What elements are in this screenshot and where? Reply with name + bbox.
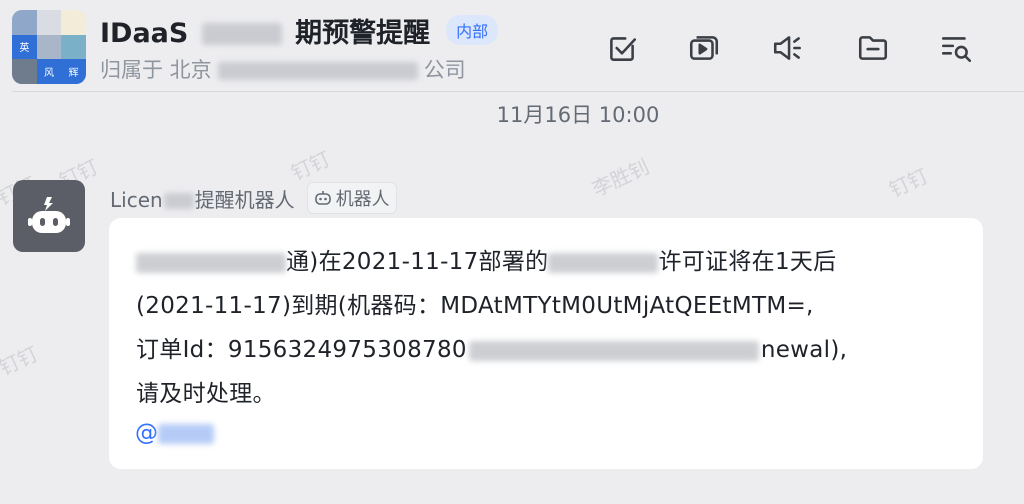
avatar-label: 辉	[61, 59, 86, 84]
robot-small-icon	[314, 191, 331, 205]
video-meeting-icon[interactable]	[684, 28, 724, 68]
sender-name[interactable]: Licen 提醒机器人	[110, 184, 295, 213]
folder-icon[interactable]	[853, 28, 893, 68]
mention-link[interactable]: @	[135, 420, 214, 446]
avatar-label: 风	[36, 59, 62, 84]
redacted-block	[163, 193, 194, 209]
message-line3: 订单Id：9156324975308780	[136, 337, 467, 363]
robot-badge: 机器人	[306, 182, 397, 214]
message-line3-end: newal),	[760, 337, 848, 363]
internal-badge: 内部	[446, 15, 499, 45]
chat-title-prefix: IDaaS	[100, 17, 189, 49]
message-line: 订单Id：9156324975308780 newal),	[136, 330, 847, 364]
message-line1-a: 通)在2021-11-17部署的	[286, 249, 549, 275]
bot-avatar[interactable]	[13, 180, 85, 252]
redacted-block	[468, 340, 759, 361]
sender-row: Licen 提醒机器人 机器人	[110, 182, 397, 214]
robot-icon	[28, 197, 70, 233]
message-line4: 请及时处理。	[136, 381, 276, 407]
header-divider	[12, 91, 1024, 92]
chat-subtitle: 归属于 北京 公司	[100, 54, 466, 84]
robot-badge-label: 机器人	[335, 189, 390, 210]
redacted-block	[201, 23, 282, 45]
chat-title[interactable]: IDaaS 期预警提醒	[100, 11, 430, 50]
avatar-label: 英	[12, 34, 37, 60]
group-avatar[interactable]: 英 风 辉	[12, 10, 86, 84]
message-timestamp: 11月16日 10:00	[496, 103, 660, 127]
subtitle-prefix: 归属于 北京	[100, 58, 212, 82]
sender-name-prefix: Licen	[110, 187, 163, 212]
chat-title-suffix: 期预警提醒	[295, 17, 431, 49]
redacted-block	[136, 252, 286, 273]
message-line1-b: 许可证将在1天后	[658, 249, 837, 275]
search-history-icon[interactable]	[936, 28, 976, 68]
watermark: 钉钉	[885, 163, 932, 203]
watermark: 钉钉	[0, 341, 42, 381]
header-toolbar	[600, 28, 1000, 68]
mention-at: @	[135, 420, 158, 446]
watermark-name: 李胜钊	[588, 154, 653, 202]
sender-name-suffix: 提醒机器人	[194, 187, 295, 212]
message-line2: (2021-11-17)到期(机器码：MDAtMTYtM0UtMjAtQEEtM…	[136, 293, 814, 319]
watermark: 钉钉	[287, 146, 334, 186]
task-check-icon[interactable]	[602, 28, 642, 68]
chat-title-row: IDaaS 期预警提醒 内部	[100, 11, 499, 50]
announcement-icon[interactable]	[768, 28, 808, 68]
subtitle-suffix: 公司	[423, 58, 466, 82]
redacted-block	[217, 62, 418, 80]
redacted-block	[548, 252, 659, 273]
message-line: 通)在2021-11-17部署的 许可证将在1天后	[136, 242, 837, 276]
redacted-block	[158, 423, 214, 444]
